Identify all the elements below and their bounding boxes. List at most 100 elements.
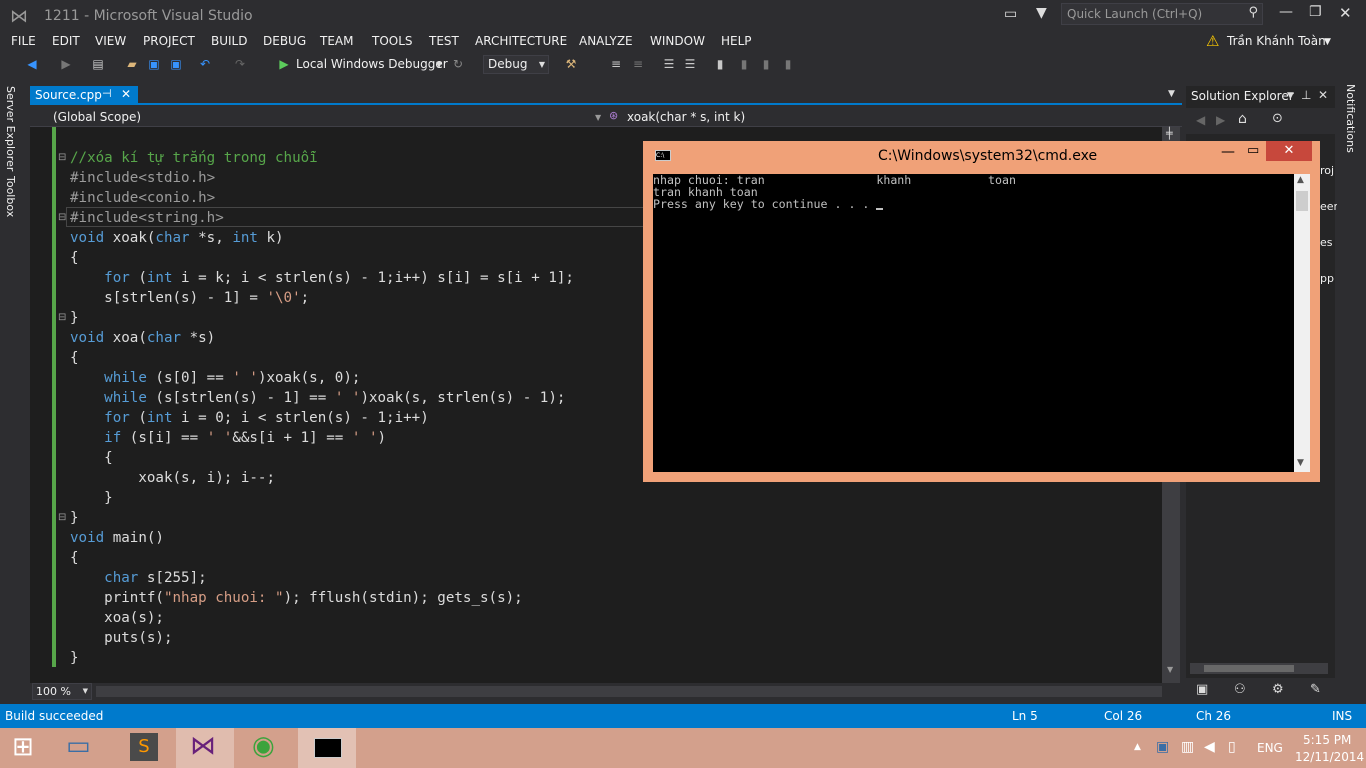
menu-window[interactable]: WINDOW <box>650 34 705 48</box>
source-code[interactable]: //xóa kí tự trắng trong chuỗi #include<st… <box>70 128 574 688</box>
tab-close-icon[interactable]: ✕ <box>121 87 131 101</box>
scope-dropdown[interactable]: (Global Scope) <box>53 110 141 124</box>
tray-battery-icon[interactable]: ▯ <box>1228 739 1236 755</box>
tab-source-cpp[interactable]: Source.cpp ⊣ ✕ <box>30 86 138 105</box>
split-icon[interactable]: ╪ <box>1166 127 1173 140</box>
home-icon[interactable]: ⌂ <box>1238 111 1247 127</box>
se-scroll-thumb[interactable] <box>1204 665 1294 672</box>
menu-test[interactable]: TEST <box>429 34 459 48</box>
toolbox-tab[interactable]: Toolbox <box>4 176 17 217</box>
cmd-scrollbar[interactable]: ▲ ▼ <box>1294 174 1310 472</box>
user-name[interactable]: Trần Khánh Toàn <box>1227 34 1326 48</box>
tray-network-icon[interactable]: ▥ <box>1181 739 1194 755</box>
menu-file[interactable]: FILE <box>11 34 36 48</box>
filter-icon[interactable]: ▼ <box>1036 5 1047 21</box>
collapse-toggle-xoak[interactable]: ⊟ <box>58 212 66 223</box>
undo-icon[interactable]: ↶ <box>197 56 213 72</box>
se-back-icon[interactable]: ◀ <box>1196 113 1205 127</box>
cmd-console[interactable]: nhap chuoi: tran khanh toan tran khanh to… <box>653 174 1294 472</box>
cmd-scroll-down-icon[interactable]: ▼ <box>1297 458 1304 468</box>
menu-architecture[interactable]: ARCHITECTURE <box>475 34 567 48</box>
config-select[interactable]: Debug ▼ <box>483 55 549 74</box>
minimize-button[interactable]: — <box>1279 4 1293 20</box>
taskbar-sublime[interactable]: S <box>114 728 172 768</box>
redo-icon[interactable]: ↷ <box>232 56 248 72</box>
bookmark-icon[interactable]: ▮ <box>712 56 728 72</box>
tray-date[interactable]: 12/11/2014 <box>1295 750 1364 764</box>
tray-volume-icon[interactable]: ◀ <box>1204 739 1215 755</box>
cmd-window[interactable]: C:\ C:\Windows\system32\cmd.exe — ▭ ✕ nh… <box>643 141 1320 482</box>
tray-expand-icon[interactable]: ▲ <box>1134 742 1141 752</box>
panel-close-icon[interactable]: ✕ <box>1318 88 1328 102</box>
panel-pin-icon[interactable]: ⊥ <box>1301 88 1311 102</box>
prev-bookmark-icon[interactable]: ▮ <box>736 56 752 72</box>
menu-build[interactable]: BUILD <box>211 34 247 48</box>
menu-tools[interactable]: TOOLS <box>372 34 413 48</box>
user-dropdown-icon[interactable]: ▼ <box>1324 37 1331 47</box>
cmd-scroll-up-icon[interactable]: ▲ <box>1297 175 1304 185</box>
collapse-toggle-xoa[interactable]: ⊟ <box>58 312 66 323</box>
quick-launch-input[interactable]: Quick Launch (Ctrl+Q) ⚲ <box>1061 3 1263 25</box>
se-forward-icon[interactable]: ▶ <box>1216 113 1225 127</box>
taskbar-cmd[interactable] <box>298 728 356 768</box>
comment-icon[interactable]: ☰ <box>661 56 677 72</box>
server-explorer-tab[interactable]: Server Explorer <box>4 86 17 171</box>
panel-dropdown-icon[interactable]: ▼ <box>1287 91 1294 101</box>
cmd-close-button[interactable]: ✕ <box>1266 141 1312 161</box>
collapse-toggle-main[interactable]: ⊟ <box>58 512 66 523</box>
properties-tab-icon[interactable]: ✎ <box>1310 682 1321 697</box>
zoom-select[interactable]: 100 % ▼ <box>32 683 92 700</box>
cmd-minimize-button[interactable]: — <box>1221 144 1235 160</box>
history-icon[interactable]: ⊙ <box>1272 111 1283 126</box>
debugger-button[interactable]: Local Windows Debugger <box>296 57 448 71</box>
tray-app-icon[interactable]: ▣ <box>1156 739 1169 755</box>
save-icon[interactable]: ▣ <box>146 56 162 72</box>
close-button[interactable]: ✕ <box>1339 4 1352 22</box>
find-icon[interactable]: ⚒ <box>563 56 579 72</box>
menu-team[interactable]: TEAM <box>320 34 353 48</box>
tree-item-fragment[interactable]: pp <box>1320 272 1334 285</box>
horizontal-scrollbar[interactable] <box>96 686 1162 697</box>
menu-debug[interactable]: DEBUG <box>263 34 306 48</box>
scroll-down-icon[interactable]: ▼ <box>1167 665 1173 674</box>
collapse-toggle-include[interactable]: ⊟ <box>58 152 66 163</box>
menu-view[interactable]: VIEW <box>95 34 126 48</box>
indent-icon[interactable]: ≡ <box>630 56 646 72</box>
save-all-icon[interactable]: ▣ <box>168 56 184 72</box>
pin-icon[interactable]: ⊣ <box>102 87 112 100</box>
menu-analyze[interactable]: ANALYZE <box>579 34 633 48</box>
tray-time[interactable]: 5:15 PM <box>1303 733 1351 747</box>
back-icon[interactable]: ◀ <box>24 56 40 72</box>
taskbar-visual-studio[interactable]: ⋈ <box>176 728 234 768</box>
taskbar-explorer[interactable]: ▭ <box>54 728 112 768</box>
forward-icon[interactable]: ▶ <box>58 56 74 72</box>
cmd-scroll-thumb[interactable] <box>1296 191 1308 211</box>
menu-help[interactable]: HELP <box>721 34 752 48</box>
feedback-icon[interactable]: ▭ <box>1004 6 1017 22</box>
maximize-button[interactable]: ❐ <box>1309 4 1322 20</box>
function-dropdown[interactable]: xoak(char * s, int k) <box>627 110 745 124</box>
tree-item-fragment[interactable]: roj <box>1320 164 1334 177</box>
class-view-tab-icon[interactable]: ⚙ <box>1272 682 1284 697</box>
new-project-icon[interactable]: ▤ <box>90 56 106 72</box>
cmd-maximize-button[interactable]: ▭ <box>1247 143 1259 158</box>
clear-bookmarks-icon[interactable]: ▮ <box>780 56 796 72</box>
open-file-icon[interactable]: ▰ <box>124 56 140 72</box>
debugger-dropdown-icon[interactable]: ▼ <box>436 60 442 69</box>
menu-edit[interactable]: EDIT <box>52 34 80 48</box>
next-bookmark-icon[interactable]: ▮ <box>758 56 774 72</box>
search-icon[interactable]: ⚲ <box>1248 5 1258 20</box>
notifications-tab[interactable]: Notifications <box>1344 84 1357 153</box>
tray-language[interactable]: ENG <box>1257 741 1283 755</box>
solution-explorer-tab-icon[interactable]: ▣ <box>1196 682 1208 697</box>
tree-item-fragment[interactable]: es <box>1320 236 1333 249</box>
tab-overflow-icon[interactable]: ▼ <box>1168 89 1175 99</box>
scope-dropdown-icon[interactable]: ▼ <box>595 113 601 122</box>
taskbar-coccoc[interactable]: ◉ <box>238 728 296 768</box>
team-explorer-tab-icon[interactable]: ⚇ <box>1234 682 1246 697</box>
menu-project[interactable]: PROJECT <box>143 34 195 48</box>
start-debug-icon[interactable]: ▶ <box>276 56 292 72</box>
uncomment-icon[interactable]: ☰ <box>682 56 698 72</box>
se-horizontal-scrollbar[interactable] <box>1190 663 1328 674</box>
start-button[interactable]: ⊞ <box>0 728 58 768</box>
